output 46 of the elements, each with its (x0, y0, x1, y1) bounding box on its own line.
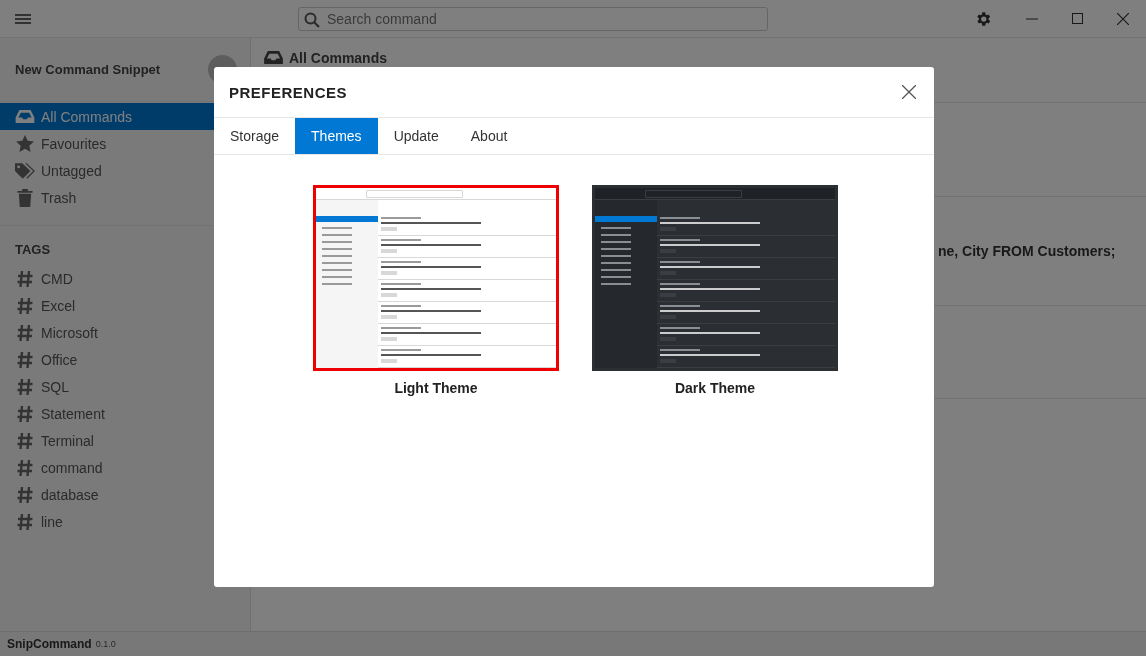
tag-item[interactable]: Microsoft (0, 319, 250, 346)
tag-item[interactable]: Office (0, 346, 250, 373)
new-snippet-label: New Command Snippet (15, 62, 161, 77)
theme-preview-drawing[interactable] (313, 185, 559, 371)
tag-item[interactable]: CMD (0, 265, 250, 292)
theme-label: Light Theme (394, 380, 478, 396)
hash-icon (15, 350, 35, 369)
command-text: ne, City FROM Customers; (938, 243, 1116, 259)
hash-icon (15, 269, 35, 288)
hash-icon (15, 485, 35, 504)
hash-icon (15, 377, 35, 396)
close-icon[interactable] (1117, 12, 1129, 25)
hash-icon (15, 431, 35, 450)
sidebar-item[interactable]: Untagged (0, 157, 250, 184)
page-title: All Commands (289, 50, 387, 66)
trash-icon (15, 188, 35, 207)
app-name: SnipCommand (7, 637, 92, 651)
hash-icon (15, 404, 35, 423)
search-icon (304, 11, 320, 28)
close-icon[interactable] (902, 85, 916, 99)
hash-icon (15, 323, 35, 342)
sidebar-item[interactable]: Trash (0, 184, 250, 211)
tag-item[interactable]: Statement (0, 400, 250, 427)
dialog-title: PREFERENCES (229, 83, 348, 101)
tab[interactable]: Themes (295, 118, 378, 154)
tag-item[interactable]: database (0, 481, 250, 508)
star-icon (15, 135, 35, 152)
hash-icon (15, 512, 35, 531)
hash-icon (15, 296, 35, 315)
hash-icon (15, 458, 35, 477)
tag-item[interactable]: Excel (0, 292, 250, 319)
inbox-icon (264, 50, 283, 65)
version-label: 0.1.0 (95, 639, 116, 649)
maximize-icon[interactable] (1072, 13, 1083, 24)
inbox-icon (15, 109, 35, 124)
theme-label: Dark Theme (674, 380, 756, 396)
search-field[interactable]: Search command (298, 6, 768, 31)
tab[interactable]: Update (377, 118, 455, 154)
theme-preview-drawing[interactable] (592, 185, 838, 371)
tag-item[interactable]: command (0, 454, 250, 481)
tag-item[interactable]: Terminal (0, 427, 250, 454)
tag-item[interactable]: line (0, 508, 250, 535)
tag-item[interactable]: SQL (0, 373, 250, 400)
menu-icon[interactable] (15, 13, 31, 24)
tags-icon (15, 162, 35, 179)
tab[interactable]: About (454, 118, 524, 154)
